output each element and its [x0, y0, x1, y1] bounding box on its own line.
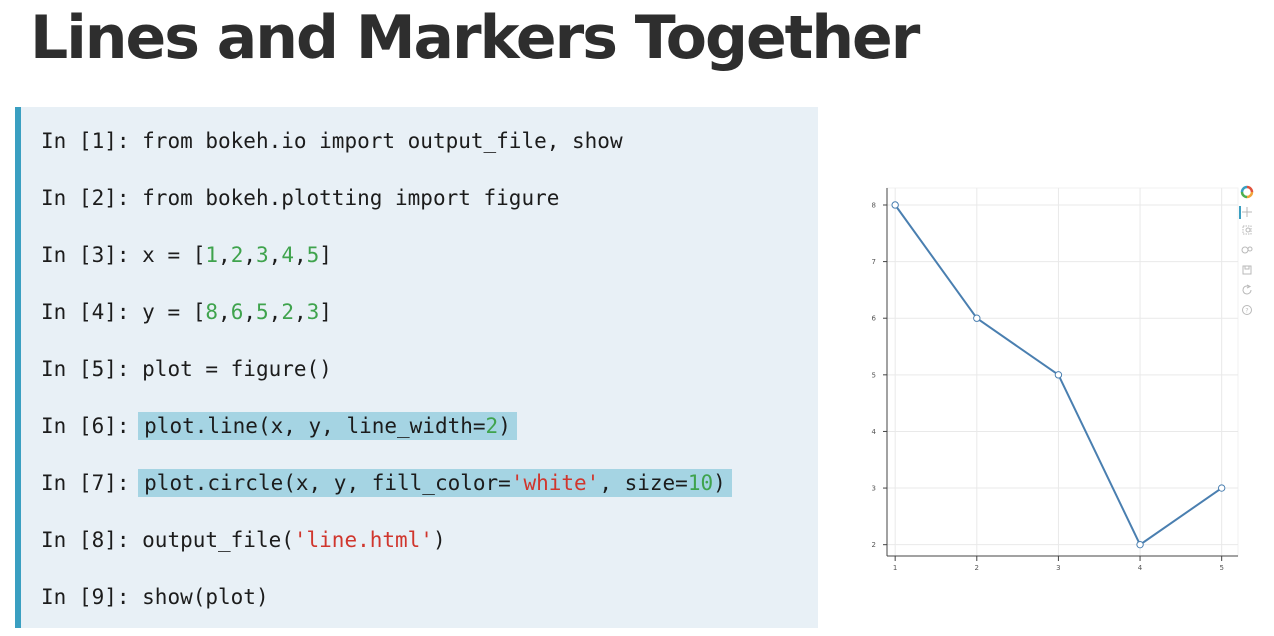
code-prompt: In [3]:	[41, 243, 143, 267]
code-token-num: 5	[256, 300, 269, 324]
x-tick-label: 1	[893, 564, 897, 570]
code-token-num: 1	[205, 243, 219, 267]
code-token-plain: ,	[268, 243, 282, 267]
code-token-plain: ]	[319, 300, 332, 324]
code-prompt: In [2]:	[41, 186, 143, 210]
code-prompt: In [5]:	[41, 357, 143, 381]
code-panel: In [1]: from bokeh.io import output_file…	[15, 107, 818, 628]
code-token-plain: )	[432, 528, 446, 552]
code-line-2: In [2]: from bokeh.plotting import figur…	[41, 183, 559, 213]
code-prompt: In [1]:	[41, 129, 143, 153]
code-prompt: In [4]:	[41, 300, 143, 324]
code-token-plain: ,	[243, 243, 256, 267]
line-plot: 1 2 3 4 5 2 3 4 5 6 7 8?	[872, 185, 1254, 572]
save-icon[interactable]	[1242, 265, 1252, 275]
code-token-num: 10	[687, 471, 714, 495]
wheel-zoom-icon[interactable]	[1241, 246, 1253, 254]
code-token-plain: from bokeh.plotting import figure	[142, 186, 560, 210]
code-token-plain: )	[498, 414, 511, 438]
code-token-plain: ,	[218, 300, 231, 324]
code-token-num: 2	[230, 243, 244, 267]
code-line-3: In [3]: x = [1,2,3,4,5]	[41, 240, 332, 270]
plot-area: 1 2 3 4 5 2 3 4 5 6 7 8?	[860, 180, 1270, 572]
code-token-plain: ,	[268, 300, 282, 324]
data-point-marker	[1217, 484, 1226, 492]
code-prompt: In [9]:	[41, 585, 143, 609]
code-token-num: 8	[205, 300, 219, 324]
code-token-plain: y = [	[142, 300, 206, 324]
code-token-plain: )	[713, 471, 726, 495]
code-prompt: In [8]:	[41, 528, 143, 552]
y-tick-label: 3	[872, 485, 876, 493]
code-text: x = [1,2,3,4,5]	[142, 243, 332, 267]
y-tick-label: 6	[872, 315, 877, 323]
code-token-plain: plot = figure()	[142, 357, 332, 381]
y-tick-label: 5	[872, 371, 876, 379]
pan-icon[interactable]	[1242, 207, 1252, 217]
code-line-6: In [6]: plot.line(x, y, line_width=2)	[41, 411, 517, 441]
code-token-plain: x = [	[142, 243, 206, 267]
code-token-num: 3	[256, 243, 269, 267]
code-text: from bokeh.plotting import figure	[142, 186, 559, 210]
y-tick-label: 7	[872, 258, 876, 266]
code-token-plain: ]	[319, 243, 332, 267]
data-point-marker	[891, 201, 899, 209]
code-line-1: In [1]: from bokeh.io import output_file…	[41, 126, 623, 156]
x-tick-label: 2	[975, 564, 979, 570]
code-token-plain: plot.line(x, y, line_width=	[144, 414, 486, 438]
code-token-plain: ,	[218, 243, 231, 267]
y-tick-label: 8	[872, 201, 876, 209]
highlighted-code: plot.line(x, y, line_width=2)	[138, 412, 517, 440]
data-point-marker	[1054, 371, 1063, 379]
code-token-num: 3	[306, 300, 320, 324]
code-token-plain: show(plot)	[142, 585, 269, 609]
svg-text:?: ?	[1245, 308, 1248, 315]
code-line-7: In [7]: plot.circle(x, y, fill_color='wh…	[41, 468, 732, 498]
code-text: show(plot)	[142, 585, 268, 609]
code-text: from bokeh.io import output_file, show	[142, 129, 622, 153]
code-token-plain: ,	[293, 243, 307, 267]
code-token-num: 6	[230, 300, 244, 324]
data-point-marker	[1136, 540, 1144, 549]
code-prompt: In [7]:	[41, 471, 143, 495]
code-line-9: In [9]: show(plot)	[41, 582, 269, 612]
code-token-num: 4	[281, 243, 294, 267]
help-icon[interactable]: ?	[1242, 305, 1252, 315]
code-token-plain: from bokeh.io import output_file, show	[142, 129, 623, 153]
code-token-num: 2	[281, 300, 294, 324]
code-line-5: In [5]: plot = figure()	[41, 354, 332, 384]
plot-frame	[886, 187, 1239, 557]
bokeh-logo-icon[interactable]	[1240, 185, 1254, 199]
code-line-8: In [8]: output_file('line.html')	[41, 525, 446, 555]
code-prompt: In [6]:	[41, 414, 143, 438]
y-tick-label: 2	[872, 541, 876, 549]
code-token-str: 'white'	[510, 471, 600, 495]
code-token-plain: ,	[293, 300, 307, 324]
code-token-num: 5	[306, 243, 320, 267]
code-line-4: In [4]: y = [8,6,5,2,3]	[41, 297, 332, 327]
code-text: output_file('line.html')	[142, 528, 445, 552]
reset-icon[interactable]	[1242, 284, 1252, 295]
code-token-str: 'line.html'	[293, 528, 433, 552]
code-text: y = [8,6,5,2,3]	[142, 300, 332, 324]
box-zoom-icon[interactable]	[1242, 225, 1252, 235]
highlighted-code: plot.circle(x, y, fill_color='white', si…	[138, 469, 732, 497]
y-tick-label: 4	[872, 428, 877, 436]
slide-title: Lines and Markers Together	[30, 3, 920, 73]
code-token-plain: , size=	[599, 471, 688, 495]
x-tick-label: 3	[1056, 564, 1060, 570]
code-token-plain: output_file(	[142, 528, 294, 552]
code-token-num: 2	[485, 414, 499, 438]
code-token-plain: ,	[243, 300, 256, 324]
data-point-marker	[973, 314, 981, 322]
x-tick-label: 5	[1219, 564, 1223, 570]
code-token-plain: plot.circle(x, y, fill_color=	[144, 471, 511, 495]
x-tick-label: 4	[1138, 564, 1143, 570]
code-text: plot = figure()	[142, 357, 332, 381]
